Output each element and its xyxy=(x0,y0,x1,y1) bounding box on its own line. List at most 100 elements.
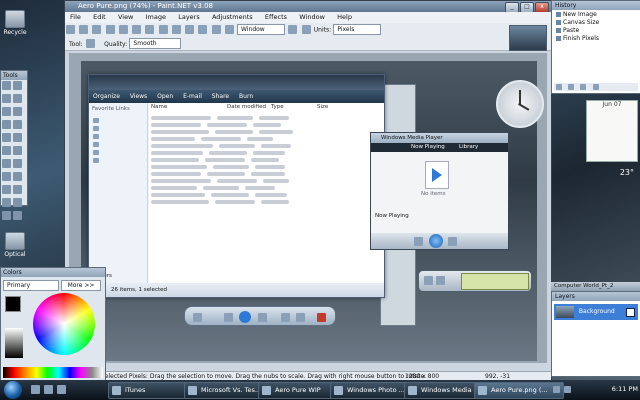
text-icon[interactable] xyxy=(2,185,11,194)
save-icon[interactable] xyxy=(92,25,102,34)
paste-icon[interactable] xyxy=(145,25,155,34)
new-icon[interactable] xyxy=(66,25,75,34)
pan-icon[interactable] xyxy=(13,120,22,129)
share-button[interactable]: Share xyxy=(208,90,233,103)
zoom-out-icon[interactable] xyxy=(301,25,311,34)
table-row[interactable] xyxy=(151,156,379,162)
views-button[interactable]: Views xyxy=(126,90,151,103)
freeform-shape-icon[interactable] xyxy=(13,211,22,220)
ellipse-icon[interactable] xyxy=(2,211,11,220)
line-icon[interactable] xyxy=(13,185,22,194)
pencil-icon[interactable] xyxy=(2,159,11,168)
crop-icon[interactable] xyxy=(158,25,168,34)
paintnet-titlebar[interactable]: Aero Pure.png (74%) - Paint.NET v3.08 xyxy=(65,1,551,12)
column-size[interactable]: Size xyxy=(317,103,328,112)
zoom-icon[interactable] xyxy=(193,312,202,322)
email-button[interactable]: E-mail xyxy=(179,90,206,103)
zoom-in-icon[interactable] xyxy=(288,25,298,34)
ellipse-select-icon[interactable] xyxy=(2,107,11,116)
menu-window[interactable]: Window xyxy=(294,12,330,23)
color-wheel[interactable] xyxy=(33,293,95,355)
now-playing-label[interactable]: Now Playing xyxy=(375,213,409,219)
color-palette[interactable] xyxy=(3,367,103,378)
move-icon[interactable] xyxy=(13,94,22,103)
cut-icon[interactable] xyxy=(118,25,128,34)
next-track-icon[interactable] xyxy=(448,237,457,246)
zoom-icon[interactable] xyxy=(13,107,22,116)
tab-now-playing[interactable]: Now Playing xyxy=(411,143,445,152)
table-row[interactable] xyxy=(151,198,379,204)
file-list[interactable]: Name Date modified Type Size xyxy=(149,103,384,283)
history-item[interactable]: New Image xyxy=(556,11,597,18)
magic-wand-icon[interactable] xyxy=(2,120,11,129)
table-row[interactable] xyxy=(151,121,379,127)
table-row[interactable] xyxy=(151,177,379,183)
table-row[interactable] xyxy=(151,163,379,169)
column-type[interactable]: Type xyxy=(271,103,284,112)
browser-icon[interactable] xyxy=(57,385,67,394)
move-selection-icon[interactable] xyxy=(85,39,95,48)
rotate-ccw-icon[interactable] xyxy=(280,312,290,322)
menu-adjustments[interactable]: Adjustments xyxy=(207,12,258,23)
rotate-cw-icon[interactable] xyxy=(296,312,306,322)
zoom-icon[interactable] xyxy=(224,25,234,34)
recolor-icon[interactable] xyxy=(13,172,22,181)
menu-layers[interactable]: Layers xyxy=(173,12,205,23)
color-picker-icon[interactable] xyxy=(13,159,22,168)
paint-bucket-icon[interactable] xyxy=(2,133,11,142)
quality-select[interactable]: Smooth xyxy=(129,38,182,49)
move-selection-icon[interactable] xyxy=(13,81,22,90)
redo-icon[interactable] xyxy=(580,84,587,90)
previous-track-icon[interactable] xyxy=(414,237,423,246)
menu-view[interactable]: View xyxy=(113,12,138,23)
table-row[interactable] xyxy=(151,184,379,190)
history-item[interactable]: Canvas Size xyxy=(556,19,599,26)
copy-icon[interactable] xyxy=(132,25,142,34)
taskbar-button-paintnet[interactable]: Aero Pure.png (... xyxy=(474,382,564,399)
table-row[interactable] xyxy=(151,114,379,120)
more-button[interactable]: More >> xyxy=(61,280,101,291)
organize-button[interactable]: Organize xyxy=(89,90,124,103)
open-icon[interactable] xyxy=(79,25,89,34)
play-button[interactable] xyxy=(429,234,443,248)
slideshow-icon[interactable] xyxy=(239,311,252,323)
show-desktop-icon[interactable] xyxy=(31,385,40,394)
address-bar[interactable] xyxy=(89,75,384,90)
eraser-icon[interactable] xyxy=(13,146,22,155)
table-row[interactable] xyxy=(151,170,379,176)
burn-button[interactable]: Burn xyxy=(235,90,257,103)
switch-windows-icon[interactable] xyxy=(44,385,54,394)
history-item[interactable]: Finish Pixels xyxy=(556,35,599,42)
undo-icon[interactable] xyxy=(568,84,575,90)
primary-color-swatch[interactable] xyxy=(5,296,21,312)
history-item[interactable]: Paste xyxy=(556,27,579,34)
clock-gadget[interactable] xyxy=(496,80,544,128)
stop-icon[interactable] xyxy=(436,276,445,285)
rectangle-select-icon[interactable] xyxy=(2,81,11,90)
menu-file[interactable]: File xyxy=(65,12,86,23)
table-row[interactable] xyxy=(151,149,379,155)
color-mode-select[interactable]: Primary xyxy=(3,280,59,291)
volume-icon[interactable] xyxy=(564,386,572,393)
table-row[interactable] xyxy=(151,142,379,148)
desktop-icon-optical[interactable]: Optical xyxy=(2,232,28,258)
rewind-icon[interactable] xyxy=(556,84,562,90)
rounded-rectangle-icon[interactable] xyxy=(13,198,22,207)
lasso-icon[interactable] xyxy=(2,94,11,103)
tab-library[interactable]: Library xyxy=(459,143,478,152)
open-button[interactable]: Open xyxy=(153,90,177,103)
next-icon[interactable] xyxy=(257,312,267,322)
calendar-gadget[interactable]: Jun 07 xyxy=(586,100,638,162)
zoom-select[interactable]: Window xyxy=(237,24,286,35)
grid-icon[interactable] xyxy=(211,25,221,34)
start-button[interactable] xyxy=(4,381,22,399)
clone-stamp-icon[interactable] xyxy=(2,172,11,181)
menu-help[interactable]: Help xyxy=(332,12,357,23)
fast-forward-icon[interactable] xyxy=(592,84,599,90)
layer-visibility-checkbox[interactable] xyxy=(626,308,635,317)
menu-image[interactable]: Image xyxy=(141,12,171,23)
gradient-icon[interactable] xyxy=(13,133,22,142)
column-name[interactable]: Name xyxy=(151,103,167,112)
media-player-titlebar[interactable]: Windows Media Player xyxy=(371,133,508,143)
background-window-title[interactable]: Computer World_Pt_2 xyxy=(551,282,640,291)
